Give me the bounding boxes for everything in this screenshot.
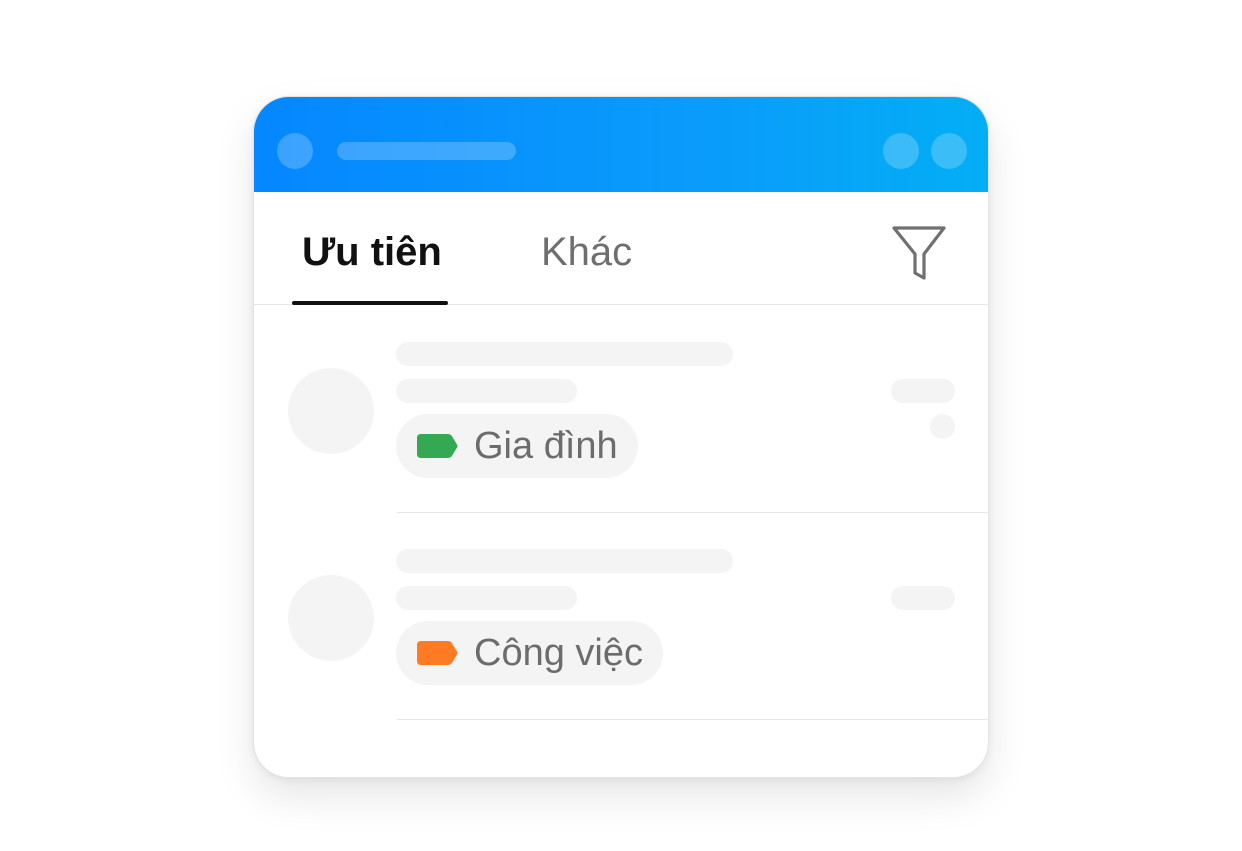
sender-placeholder [396, 549, 733, 573]
status-dot-placeholder [930, 414, 955, 439]
filter-button[interactable] [890, 224, 948, 284]
inbox-tabs: Ưu tiên Khác [254, 192, 988, 305]
label-text: Công việc [474, 632, 643, 674]
label-text: Gia đình [474, 425, 618, 467]
title-placeholder-bar [337, 142, 516, 160]
label-chip[interactable]: Gia đình [396, 414, 638, 478]
sender-placeholder [396, 342, 733, 366]
list-item[interactable]: Gia đình [254, 306, 988, 513]
subject-placeholder [396, 379, 577, 403]
subject-placeholder [396, 586, 577, 610]
label-tag-icon [417, 434, 458, 458]
date-placeholder [891, 379, 955, 403]
list-item[interactable]: Công việc [254, 513, 988, 720]
tab-priority[interactable]: Ưu tiên [302, 227, 442, 277]
window-control-dot[interactable] [883, 133, 919, 169]
window-control-dot[interactable] [931, 133, 967, 169]
date-placeholder [891, 586, 955, 610]
active-tab-indicator [292, 301, 448, 305]
filter-icon [892, 226, 946, 280]
tab-other[interactable]: Khác [541, 227, 632, 277]
label-chip[interactable]: Công việc [396, 621, 663, 685]
row-divider [397, 719, 988, 720]
app-window: Ưu tiên Khác Gia đình Công việc [253, 96, 989, 778]
label-tag-icon [417, 641, 458, 665]
avatar-placeholder [288, 368, 374, 454]
title-bar [254, 97, 988, 192]
avatar-placeholder [288, 575, 374, 661]
window-control-dot[interactable] [277, 133, 313, 169]
